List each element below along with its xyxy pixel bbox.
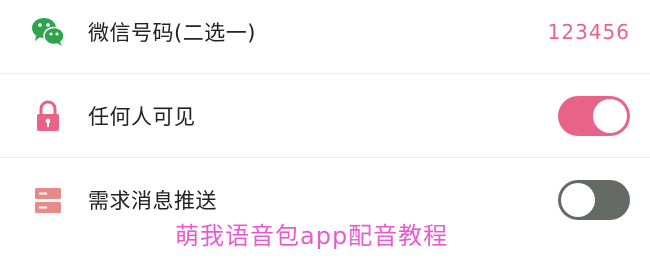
visible-to-anyone-label: 任何人可见 (88, 104, 196, 129)
watermark-caption: 萌我语音包app配音教程 (175, 222, 449, 250)
wechat-number-value[interactable]: 123456 (548, 20, 630, 44)
demand-message-push-label: 需求消息推送 (88, 189, 217, 213)
lock-icon (37, 100, 59, 131)
toggle-knob (561, 183, 595, 217)
wechat-number-row[interactable]: 微信号码(二选一) 123456 (0, 0, 650, 74)
visible-to-anyone-row: 任何人可见 (0, 74, 650, 158)
toggle-knob (593, 98, 627, 133)
wechat-number-label: 微信号码(二选一) (88, 20, 256, 45)
wechat-icon (32, 17, 65, 46)
server-icon (35, 188, 61, 213)
visible-to-anyone-toggle[interactable] (558, 95, 630, 136)
demand-message-push-toggle[interactable] (558, 180, 630, 220)
